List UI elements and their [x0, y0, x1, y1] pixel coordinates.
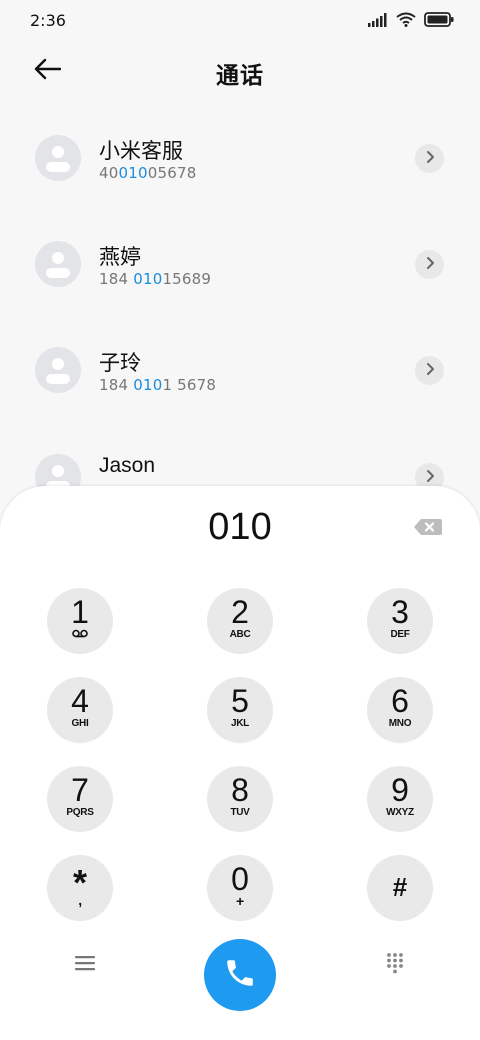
- key-letters: MNO: [388, 718, 412, 729]
- contact-row[interactable]: Jason: [0, 424, 480, 490]
- backspace-button[interactable]: [412, 516, 444, 538]
- dial-key-7[interactable]: 7 PQRS: [47, 766, 113, 832]
- chevron-right-icon: [425, 149, 435, 168]
- dial-key-6[interactable]: 6 MNO: [367, 677, 433, 743]
- dialed-number-display: 010: [208, 506, 272, 548]
- dial-key-3[interactable]: 3 DEF: [367, 588, 433, 654]
- key-digit: 1: [71, 594, 89, 630]
- key-digit: #: [392, 872, 408, 902]
- key-digit: 9: [391, 772, 409, 808]
- dial-key-4[interactable]: 4 GHI: [47, 677, 113, 743]
- key-digit: 5: [231, 683, 249, 719]
- number-match-highlight: 010: [118, 164, 148, 182]
- call-button[interactable]: [204, 939, 276, 1011]
- avatar: [35, 454, 81, 490]
- contact-number: 184 01015689: [99, 270, 212, 288]
- key-letters: PQRS: [66, 807, 94, 818]
- key-letters: ,: [78, 892, 82, 908]
- keypad-icon: [386, 952, 404, 978]
- key-letters: GHI: [71, 718, 89, 729]
- contact-name: 燕婷: [99, 245, 141, 269]
- dial-key-star[interactable]: * ,: [47, 855, 113, 921]
- key-digit: 8: [231, 772, 249, 808]
- status-bar: 2:36: [0, 0, 480, 40]
- contact-number: 4001005678: [99, 164, 197, 182]
- key-letters: TUV: [230, 807, 250, 818]
- key-letters: JKL: [231, 718, 249, 729]
- dial-key-8[interactable]: 8 TUV: [207, 766, 273, 832]
- contact-detail-button[interactable]: [415, 356, 444, 385]
- contact-number: 184 0101 5678: [99, 376, 217, 394]
- number-match-highlight: 010: [133, 270, 163, 288]
- key-letters: DEF: [390, 629, 410, 640]
- dial-key-2[interactable]: 2 ABC: [207, 588, 273, 654]
- dial-key-hash[interactable]: #: [367, 855, 433, 921]
- key-digit: 3: [391, 594, 409, 630]
- key-letters: +: [236, 893, 244, 909]
- dial-key-0[interactable]: 0 +: [207, 855, 273, 921]
- avatar: [35, 241, 81, 287]
- key-digit: 0: [231, 861, 249, 897]
- chevron-right-icon: [425, 361, 435, 380]
- dial-pad-sheet: 010 1 2 ABC 3 DEF 4 GHI 5 JKL 6 MNO 7 PQ…: [0, 486, 480, 1040]
- contact-name: 子玲: [99, 351, 141, 375]
- menu-icon: [75, 955, 95, 975]
- contact-row[interactable]: 小米客服 4001005678: [0, 105, 480, 211]
- keypad-toggle-button[interactable]: [380, 950, 410, 980]
- backspace-icon: [412, 519, 444, 542]
- menu-button[interactable]: [70, 950, 100, 980]
- contact-name: Jason: [99, 454, 156, 477]
- key-digit: 2: [231, 594, 249, 630]
- contact-row[interactable]: 子玲 184 0101 5678: [0, 317, 480, 423]
- chevron-right-icon: [425, 468, 435, 487]
- header: 通话: [0, 44, 480, 100]
- avatar: [35, 135, 81, 181]
- contact-detail-button[interactable]: [415, 144, 444, 173]
- key-digit: 7: [71, 772, 89, 808]
- status-time: 2:36: [30, 11, 66, 30]
- signal-icon: [368, 12, 388, 31]
- key-letters: WXYZ: [386, 807, 414, 818]
- dial-key-1[interactable]: 1: [47, 588, 113, 654]
- battery-icon: [424, 12, 454, 31]
- wifi-icon: [396, 12, 416, 31]
- contact-detail-button[interactable]: [415, 250, 444, 279]
- chevron-right-icon: [425, 255, 435, 274]
- key-digit: 4: [71, 683, 89, 719]
- status-icons: [368, 12, 454, 31]
- key-letters: ABC: [229, 629, 251, 640]
- voicemail-icon: [47, 629, 113, 638]
- contact-row[interactable]: 燕婷 184 01015689: [0, 211, 480, 317]
- dial-key-5[interactable]: 5 JKL: [207, 677, 273, 743]
- dial-key-9[interactable]: 9 WXYZ: [367, 766, 433, 832]
- contact-list: 小米客服 4001005678 燕婷 184 01015689 子玲 184 0…: [0, 105, 480, 490]
- phone-icon: [223, 956, 257, 994]
- key-digit: 6: [391, 683, 409, 719]
- page-title: 通话: [216, 63, 264, 89]
- contact-name: 小米客服: [99, 139, 183, 163]
- avatar: [35, 347, 81, 393]
- number-match-highlight: 010: [133, 376, 163, 394]
